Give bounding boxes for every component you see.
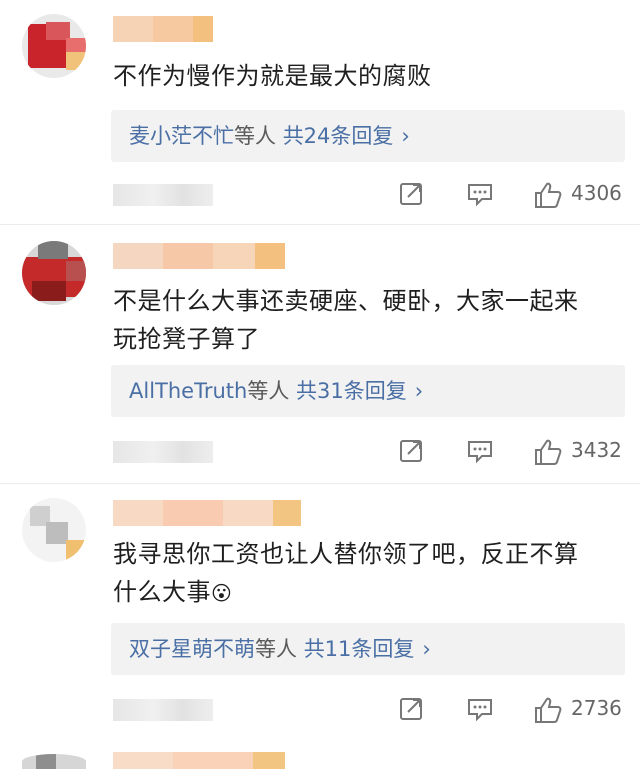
comment-actions: 3432 — [0, 435, 640, 471]
repost-icon[interactable] — [398, 437, 426, 465]
reply-user-link[interactable]: 双子星萌不萌 — [129, 637, 255, 661]
chevron-right-icon: › — [401, 124, 410, 148]
replies-preview[interactable]: 双子星萌不萌等人 共11条回复 › — [111, 623, 625, 675]
chevron-right-icon: › — [422, 637, 431, 661]
repost-icon[interactable] — [398, 695, 426, 723]
like-count: 4306 — [571, 181, 622, 205]
comment-icon[interactable] — [466, 180, 494, 208]
timestamp-blurred — [113, 184, 213, 206]
like-count: 3432 — [571, 438, 622, 462]
avatar[interactable] — [22, 754, 86, 769]
avatar[interactable] — [22, 498, 86, 562]
comment-actions: 2736 — [0, 693, 640, 729]
comment-text: 不是什么大事还卖硬座、硬卧，大家一起来 玩抢凳子算了 — [113, 287, 579, 353]
comment-icon[interactable] — [466, 695, 494, 723]
comment-icon[interactable] — [466, 437, 494, 465]
comment-item: 我寻思你工资也让人替你领了吧，反正不算 什么大事😮 双子星萌不萌等人 共11条回… — [0, 484, 640, 734]
username-blurred[interactable] — [113, 16, 213, 42]
username-blurred[interactable] — [113, 500, 301, 526]
timestamp-blurred — [113, 441, 213, 463]
username-blurred[interactable] — [113, 243, 285, 269]
avatar[interactable] — [22, 241, 86, 305]
avatar[interactable] — [22, 14, 86, 78]
like-count: 2736 — [571, 696, 622, 720]
emoji-surprised-icon: 😮 — [211, 581, 233, 605]
reply-user-link[interactable]: AllTheTruth — [129, 379, 247, 403]
timestamp-blurred — [113, 699, 213, 721]
reply-count[interactable]: 共31条回复 — [296, 379, 407, 403]
replies-preview[interactable]: AllTheTruth等人 共31条回复 › — [111, 365, 625, 417]
reply-count[interactable]: 共11条回复 — [304, 637, 415, 661]
username-blurred[interactable] — [113, 752, 285, 769]
comment-item: 不作为慢作为就是最大的腐败 麦小茫不忙等人 共24条回复 › 4306 — [0, 0, 640, 225]
thumbs-up-icon[interactable] — [533, 437, 563, 467]
reply-user-link[interactable]: 麦小茫不忙 — [129, 124, 234, 148]
reply-count[interactable]: 共24条回复 — [283, 124, 394, 148]
thumbs-up-icon[interactable] — [533, 180, 563, 210]
comment-item: 不是什么大事还卖硬座、硬卧，大家一起来 玩抢凳子算了 AllTheTruth等人… — [0, 225, 640, 484]
replies-preview[interactable]: 麦小茫不忙等人 共24条回复 › — [111, 110, 625, 162]
chevron-right-icon: › — [414, 379, 424, 403]
comment-text: 我寻思你工资也让人替你领了吧，反正不算 什么大事😮 — [113, 540, 579, 606]
comment-text: 不作为慢作为就是最大的腐败 — [113, 62, 432, 90]
repost-icon[interactable] — [398, 180, 426, 208]
comment-item-partial — [0, 742, 640, 769]
comment-actions: 4306 — [0, 178, 640, 214]
thumbs-up-icon[interactable] — [533, 695, 563, 725]
